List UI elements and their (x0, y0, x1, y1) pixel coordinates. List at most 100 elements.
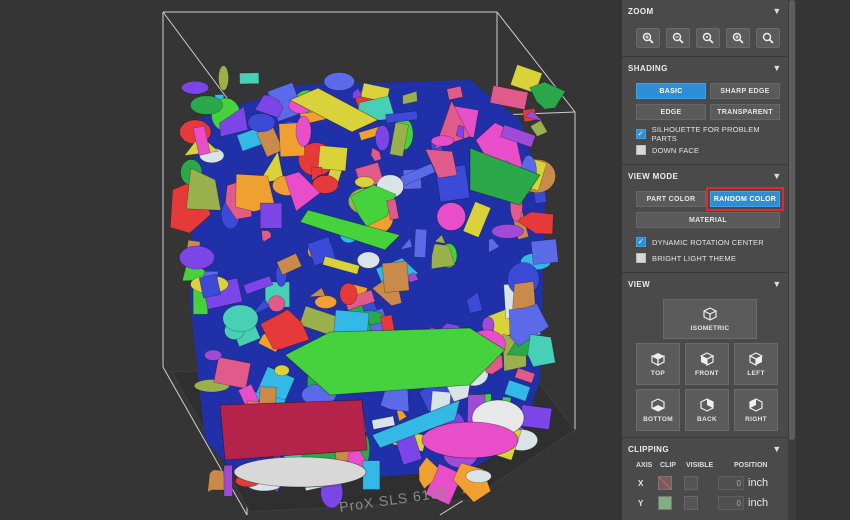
zoom-window-icon (762, 32, 774, 44)
printed-part[interactable] (207, 469, 227, 493)
random-color-button[interactable]: RANDOM COLOR (706, 187, 784, 211)
view-mode-header[interactable]: VIEW MODE ▼ (628, 165, 782, 187)
front-view-button[interactable]: FRONT (685, 343, 729, 385)
printed-part[interactable] (436, 202, 466, 231)
view-header[interactable]: VIEW ▼ (628, 273, 782, 295)
down-face-checkbox[interactable] (636, 145, 646, 155)
right-cube-icon (749, 397, 763, 412)
clip-x-toggle[interactable] (658, 476, 672, 490)
printed-part[interactable] (190, 95, 223, 115)
bright-theme-checkbox-row[interactable]: BRIGHT LIGHT THEME (628, 250, 782, 266)
printed-part[interactable] (430, 135, 455, 147)
printed-part[interactable] (527, 334, 556, 368)
printed-part[interactable] (339, 282, 358, 306)
ring-base-part[interactable] (219, 399, 368, 461)
zoom-in-button[interactable] (696, 28, 720, 48)
printed-part[interactable] (178, 245, 215, 270)
zoom-out-button[interactable] (666, 28, 690, 48)
printed-part[interactable] (446, 85, 464, 101)
left-label: LEFT (747, 369, 765, 377)
chevron-down-icon[interactable]: ▼ (772, 63, 782, 73)
printed-part[interactable] (512, 281, 536, 309)
clip-row-y: Y inch (628, 493, 782, 513)
clip-row-x: X inch (628, 473, 782, 493)
dynamic-rotation-checkbox[interactable]: ✓ (636, 237, 646, 247)
silhouette-checkbox-row[interactable]: ✓ SILHOUETTE FOR PROBLEM PARTS (628, 125, 782, 143)
printed-part[interactable] (314, 295, 337, 309)
printed-part[interactable] (529, 81, 566, 110)
printed-part[interactable] (529, 119, 548, 137)
clip-x-visible-toggle[interactable] (684, 476, 698, 490)
left-view-button[interactable]: LEFT (734, 343, 778, 385)
back-view-button[interactable]: BACK (685, 389, 729, 431)
shading-header[interactable]: SHADING ▼ (628, 57, 782, 79)
printed-part[interactable] (239, 72, 260, 85)
clip-col-clip: CLIP (660, 462, 676, 469)
view-mode-buttons: PART COLOR RANDOM COLOR MATERIAL (628, 187, 784, 234)
build-volume-scene[interactable]: ProX SLS 6100 (0, 0, 622, 520)
zoom-window-button[interactable] (756, 28, 780, 48)
zoom-selection-icon (732, 32, 744, 44)
silhouette-checkbox[interactable]: ✓ (636, 129, 646, 139)
shading-transparent-button[interactable]: TRANSPARENT (710, 104, 780, 120)
chevron-down-icon[interactable]: ▼ (772, 444, 782, 454)
top-view-button[interactable]: TOP (636, 343, 680, 385)
chevron-down-icon[interactable]: ▼ (772, 171, 782, 181)
printed-part[interactable] (259, 202, 283, 229)
shading-basic-button[interactable]: BASIC (636, 83, 706, 99)
printed-part[interactable] (181, 80, 209, 95)
top-cube-icon (651, 352, 665, 366)
panel-scrollbar[interactable] (788, 0, 796, 520)
printed-part[interactable] (362, 460, 381, 490)
right-view-button[interactable]: RIGHT (734, 389, 778, 431)
view-title: VIEW (628, 279, 651, 289)
printed-part[interactable] (274, 364, 290, 377)
disc-part[interactable] (421, 421, 519, 459)
printed-part[interactable] (222, 304, 259, 333)
printed-part[interactable] (295, 115, 312, 147)
printed-part[interactable] (354, 176, 375, 188)
clip-y-toggle[interactable] (658, 496, 672, 510)
panel-scrollbar-thumb[interactable] (789, 0, 795, 440)
printed-part[interactable] (381, 260, 410, 293)
left-cube-icon (749, 351, 763, 366)
clip-y-visible-toggle[interactable] (684, 496, 698, 510)
printed-part[interactable] (223, 465, 233, 497)
isometric-view-button[interactable]: ISOMETRIC (663, 299, 757, 339)
material-button[interactable]: MATERIAL (636, 212, 780, 228)
zoom-selection-button[interactable] (726, 28, 750, 48)
printed-part[interactable] (357, 251, 380, 269)
shading-edge-button[interactable]: EDGE (636, 104, 706, 120)
3d-viewport[interactable]: ProX SLS 6100 (0, 0, 622, 520)
printed-part[interactable] (375, 124, 390, 151)
chevron-down-icon[interactable]: ▼ (772, 6, 782, 16)
printed-part[interactable] (218, 65, 229, 91)
printed-part[interactable] (204, 349, 223, 361)
part-color-button[interactable]: PART COLOR (636, 191, 706, 207)
clipping-header[interactable]: CLIPPING ▼ (628, 438, 782, 460)
parts-cluster[interactable] (169, 64, 566, 509)
printed-part[interactable] (465, 469, 492, 483)
printed-part[interactable] (413, 228, 428, 258)
clip-x-position-input[interactable] (718, 476, 744, 490)
down-face-label: DOWN FACE (652, 145, 700, 155)
zoom-header[interactable]: ZOOM ▼ (628, 0, 782, 22)
bottom-view-button[interactable]: BOTTOM (636, 389, 680, 431)
zoom-fit-button[interactable] (636, 28, 660, 48)
zoom-fit-icon (642, 32, 654, 44)
printed-part[interactable] (491, 224, 524, 239)
printed-part[interactable] (530, 238, 559, 265)
isometric-cube-icon (703, 306, 717, 321)
printed-part[interactable] (247, 113, 276, 133)
shading-sharp-edge-button[interactable]: SHARP EDGE (710, 83, 780, 99)
cylinder-base-part[interactable] (233, 456, 367, 488)
printed-part[interactable] (317, 145, 348, 172)
bright-theme-checkbox[interactable] (636, 253, 646, 263)
printed-part[interactable] (268, 295, 286, 312)
printed-part[interactable] (323, 72, 355, 91)
clip-y-position-input[interactable] (718, 496, 744, 510)
down-face-checkbox-row[interactable]: DOWN FACE (628, 142, 782, 158)
dynamic-rotation-checkbox-row[interactable]: ✓ DYNAMIC ROTATION CENTER (628, 234, 782, 250)
chevron-down-icon[interactable]: ▼ (772, 279, 782, 289)
shading-section: SHADING ▼ BASIC SHARP EDGE EDGE TRANSPAR… (622, 57, 788, 165)
